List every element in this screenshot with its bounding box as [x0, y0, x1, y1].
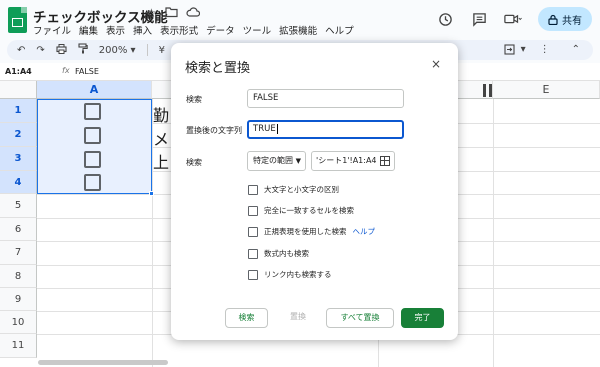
- text-caret: [276, 123, 278, 134]
- menu-tools[interactable]: ツール: [243, 23, 272, 37]
- share-label: 共有: [562, 15, 582, 27]
- redo-icon[interactable]: ↷: [36, 45, 44, 56]
- scope-value: 特定の範囲: [253, 156, 293, 165]
- name-box[interactable]: A1:A4: [5, 67, 32, 76]
- option-label: 数式内も検索: [264, 249, 309, 258]
- replace-input-value: TRUE: [253, 124, 276, 134]
- menu-edit[interactable]: 編集: [79, 23, 98, 37]
- row-header-10[interactable]: 10: [0, 311, 37, 334]
- done-button[interactable]: 完了: [401, 308, 444, 328]
- comment-icon[interactable]: [470, 10, 488, 28]
- dialog-title: 検索と置換: [185, 61, 251, 76]
- option-label: リンク内も検索する: [264, 270, 332, 279]
- range-input[interactable]: 'シート1'!A1:A4: [311, 151, 395, 171]
- option-regex[interactable]: 正規表現を使用した検索 ヘルプ: [248, 226, 375, 237]
- fx-icon: fx: [62, 66, 70, 75]
- top-right-actions: 共有: [436, 7, 592, 31]
- option-match-case[interactable]: 大文字と小文字の区別: [248, 184, 339, 195]
- checkbox-icon[interactable]: [248, 269, 258, 280]
- undo-icon[interactable]: ↶: [17, 45, 25, 56]
- search-input[interactable]: FALSE: [247, 89, 404, 108]
- cell-b3-text[interactable]: 上: [153, 149, 169, 173]
- checkbox-a2[interactable]: [84, 127, 101, 144]
- merge-cells-icon[interactable]: [504, 44, 515, 58]
- grid-line: [493, 99, 494, 367]
- option-label: 完全に一致するセルを検索: [264, 206, 354, 215]
- replace-input[interactable]: TRUE: [247, 120, 404, 139]
- find-button[interactable]: 検索: [225, 308, 268, 328]
- horizontal-scrollbar[interactable]: [38, 360, 168, 365]
- toolbar-divider: [146, 44, 148, 56]
- scope-label: 検索: [186, 158, 202, 167]
- row-header-8[interactable]: 8: [0, 265, 37, 288]
- history-icon[interactable]: [436, 10, 454, 28]
- select-all-corner[interactable]: [0, 81, 37, 99]
- checkbox-icon[interactable]: [248, 226, 258, 237]
- replace-button[interactable]: 置換: [277, 308, 319, 328]
- cell-b2-text[interactable]: メ: [153, 126, 169, 150]
- currency-format-button[interactable]: ¥: [159, 45, 165, 56]
- row-header-7[interactable]: 7: [0, 241, 37, 265]
- replace-all-button[interactable]: すべて置換: [326, 308, 394, 328]
- zoom-select[interactable]: 200% ▾: [99, 45, 136, 56]
- option-match-entire-cell[interactable]: 完全に一致するセルを検索: [248, 205, 354, 216]
- row-header-6[interactable]: 6: [0, 218, 37, 241]
- menu-bar: ファイル 編集 表示 挿入 表示形式 データ ツール 拡張機能 ヘルプ: [33, 23, 354, 37]
- checkbox-icon[interactable]: [248, 248, 258, 259]
- row-header-9[interactable]: 9: [0, 288, 37, 311]
- sheets-logo-icon[interactable]: [8, 7, 27, 33]
- option-search-links[interactable]: リンク内も検索する: [248, 269, 332, 280]
- option-label: 正規表現を使用した検索: [264, 227, 347, 236]
- range-value: 'シート1'!A1:A4: [316, 156, 377, 165]
- close-icon[interactable]: ×: [431, 57, 441, 71]
- menu-view[interactable]: 表示: [106, 23, 125, 37]
- row-header-3[interactable]: 3: [0, 147, 37, 171]
- merge-dropdown-icon[interactable]: ▾: [521, 44, 526, 58]
- option-label: 大文字と小文字の区別: [264, 185, 339, 194]
- menu-data[interactable]: データ: [206, 23, 235, 37]
- title-icons: ☆: [146, 6, 200, 21]
- fill-handle[interactable]: [149, 191, 154, 196]
- select-range-icon[interactable]: [380, 156, 390, 166]
- row-header-11[interactable]: 11: [0, 334, 37, 358]
- paint-format-icon[interactable]: [78, 43, 88, 57]
- move-folder-icon[interactable]: [165, 6, 178, 21]
- row-header-4[interactable]: 4: [0, 171, 37, 194]
- collapse-menu-icon[interactable]: ⌃: [572, 44, 580, 58]
- replace-label: 置換後の文字列: [186, 126, 242, 135]
- print-icon[interactable]: [56, 43, 67, 57]
- share-button[interactable]: 共有: [538, 7, 592, 31]
- menu-file[interactable]: ファイル: [33, 23, 71, 37]
- option-search-formulas[interactable]: 数式内も検索: [248, 248, 309, 259]
- column-header-e[interactable]: E: [493, 81, 600, 99]
- menu-insert[interactable]: 挿入: [133, 23, 152, 37]
- menu-format[interactable]: 表示形式: [160, 23, 198, 37]
- checkbox-icon[interactable]: [248, 184, 258, 195]
- checkbox-icon[interactable]: [248, 205, 258, 216]
- top-bar: チェックボックス機能 ☆ ファイル 編集 表示 挿入 表示形式 データ ツール …: [0, 0, 600, 40]
- toolbar-right: ▾ ⋮ ⌃: [504, 44, 580, 58]
- menu-help[interactable]: ヘルプ: [325, 23, 354, 37]
- search-label: 検索: [186, 95, 202, 104]
- meet-video-icon[interactable]: [504, 10, 522, 28]
- menu-extensions[interactable]: 拡張機能: [279, 23, 317, 37]
- lock-icon: [548, 14, 558, 25]
- row-header-2[interactable]: 2: [0, 123, 37, 147]
- star-icon[interactable]: ☆: [146, 6, 157, 21]
- help-link[interactable]: ヘルプ: [353, 226, 376, 237]
- more-vert-icon[interactable]: ⋮: [540, 44, 550, 58]
- checkbox-a3[interactable]: [84, 151, 101, 168]
- formula-input[interactable]: FALSE: [75, 67, 99, 76]
- column-header-a[interactable]: A: [37, 81, 152, 99]
- cell-b1-text[interactable]: 勤: [153, 102, 169, 126]
- checkbox-a1[interactable]: [84, 103, 101, 120]
- checkbox-a4[interactable]: [84, 174, 101, 191]
- row-header-1[interactable]: 1: [0, 99, 37, 123]
- zoom-value: 200%: [98, 44, 128, 56]
- scope-select[interactable]: 特定の範囲 ▼: [247, 151, 306, 171]
- find-replace-dialog: 検索と置換 × 検索 FALSE 置換後の文字列 TRUE 検索 特定の範囲 ▼…: [171, 43, 458, 340]
- cloud-status-icon[interactable]: [186, 6, 200, 21]
- row-header-5[interactable]: 5: [0, 194, 37, 218]
- dropdown-arrow-icon: ▼: [295, 157, 301, 165]
